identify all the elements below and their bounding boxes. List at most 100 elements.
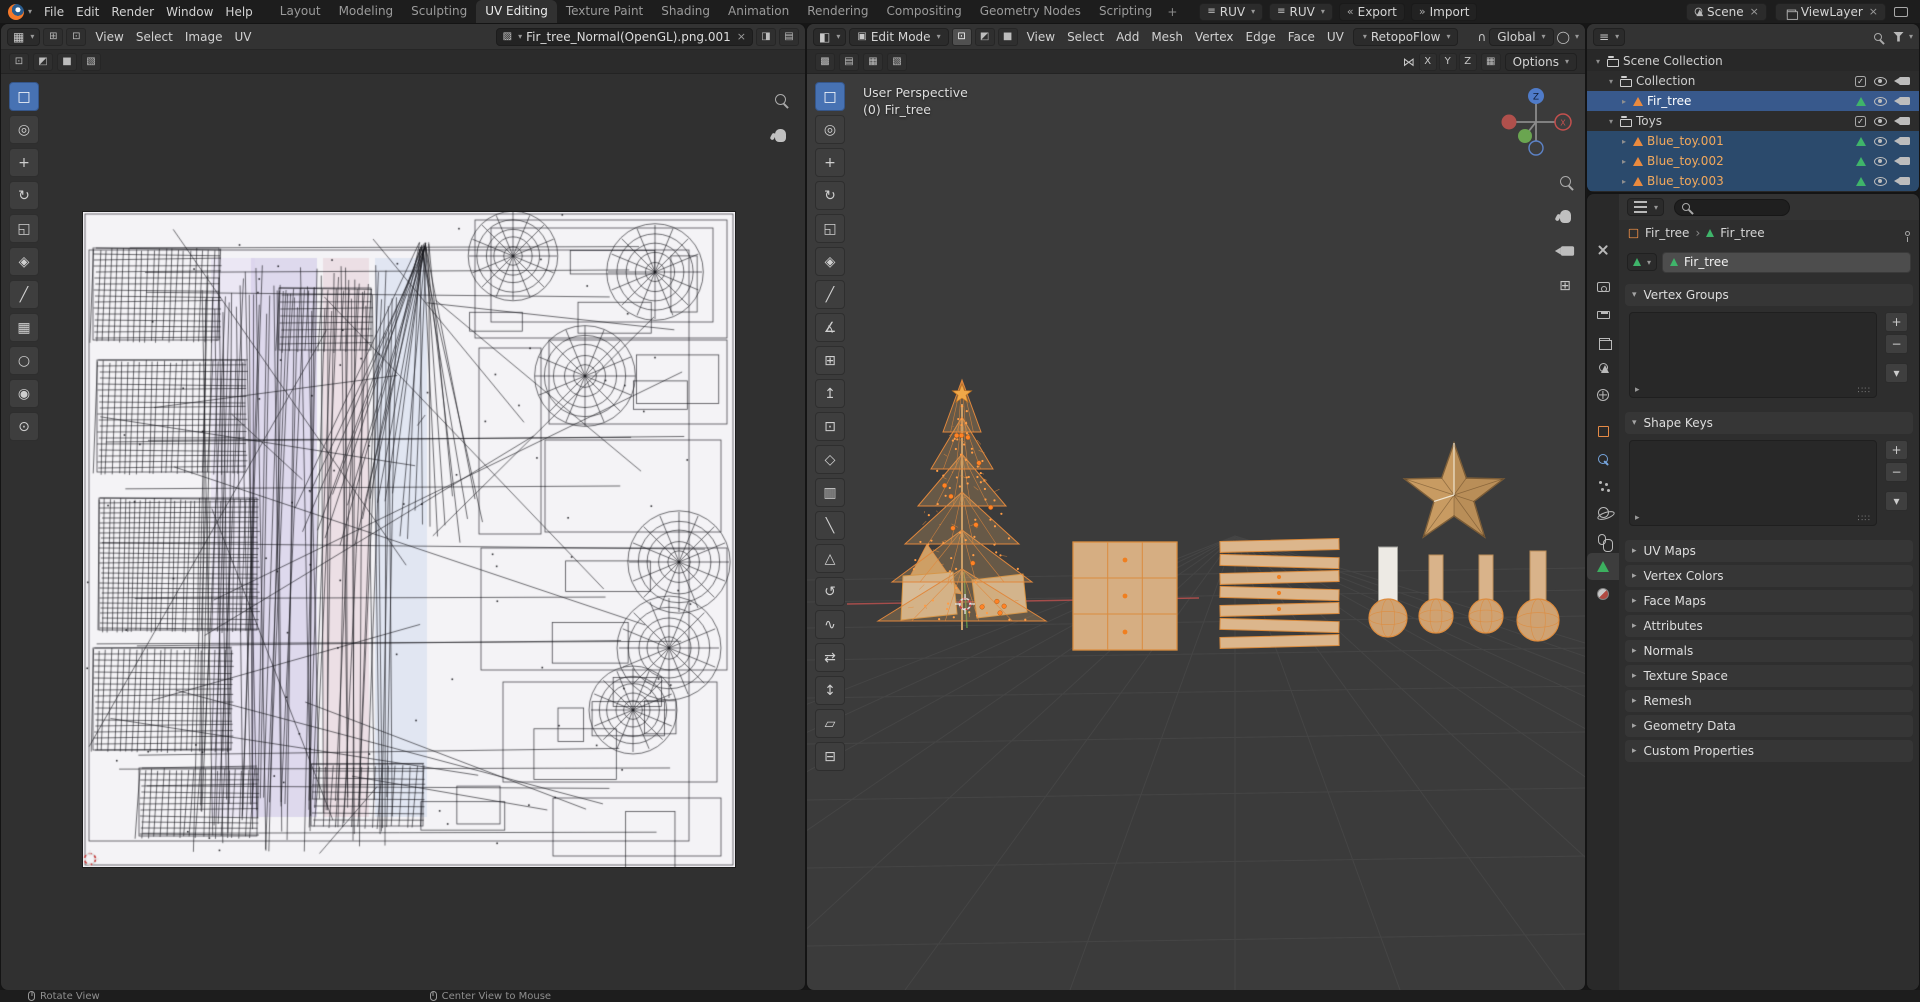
pan-hand-icon[interactable] (769, 124, 791, 146)
editor-type-button[interactable]: ▾ (1627, 198, 1664, 216)
image-pin-button[interactable]: ◨ (756, 28, 776, 46)
unlink-image-icon[interactable]: × (737, 30, 746, 43)
add-workspace-button[interactable]: + (1161, 1, 1183, 23)
zoom-icon[interactable] (769, 88, 791, 110)
menu-help[interactable]: Help (219, 2, 258, 22)
tool-spin[interactable]: ↺ (815, 577, 845, 606)
outliner-row-toys[interactable]: ▾Toys (1587, 111, 1919, 131)
visibility-eye-icon[interactable] (1874, 117, 1887, 126)
tool-scale[interactable]: ◱ (9, 214, 39, 243)
view-layer-selector[interactable]: ViewLayer × (1775, 3, 1886, 21)
snap-magnet-icon[interactable]: ∩ (1477, 30, 1486, 44)
add-item-button[interactable]: + (1885, 312, 1908, 332)
outliner-search-icon[interactable] (1874, 33, 1882, 41)
menu-edit[interactable]: Edit (70, 2, 105, 22)
uv-image-canvas[interactable] (83, 212, 735, 867)
tool-cursor[interactable]: ◎ (9, 115, 39, 144)
toy-box-object[interactable] (1073, 542, 1177, 650)
editor-type-button[interactable]: ≡▾ (1593, 28, 1625, 46)
panel-expand-icon[interactable]: ▸ (1632, 746, 1637, 756)
properties-tab-object[interactable] (1588, 418, 1618, 445)
tool-relax[interactable]: ○ (9, 346, 39, 375)
orthographic-toggle-icon[interactable]: ⊞ (1554, 275, 1576, 297)
panel-header-attributes[interactable]: ▸Attributes (1625, 615, 1913, 637)
tool-rotate[interactable]: ↻ (9, 181, 39, 210)
select-mode-vertex-icon[interactable]: ⊡ (952, 28, 972, 46)
image-selector[interactable]: ▨ ▾ Fir_tree_Normal(OpenGL).png.001 × (496, 28, 753, 46)
mirror-axis-z[interactable]: Z (1459, 53, 1477, 71)
expander-icon[interactable]: ▾ (1593, 57, 1603, 66)
tool-bevel[interactable]: ◇ (815, 445, 845, 474)
breadcrumb-data[interactable]: Fir_tree (1720, 226, 1764, 240)
workspace-tab-geometry-nodes[interactable]: Geometry Nodes (971, 0, 1090, 23)
panel-expand-icon[interactable]: ▸ (1632, 696, 1637, 706)
workspace-tab-layout[interactable]: Layout (271, 0, 330, 23)
panel-header-normals[interactable]: ▸Normals (1625, 640, 1913, 662)
uv-select-mode-vertex-icon[interactable]: ⊡ (9, 53, 29, 71)
mesh-data-icon[interactable] (1856, 97, 1866, 106)
visibility-eye-icon[interactable] (1874, 177, 1887, 186)
viewport-menu-vertex[interactable]: Vertex (1189, 27, 1240, 47)
uv-pivot-icon[interactable]: ⊡ (66, 28, 86, 46)
tool-move[interactable]: + (815, 148, 845, 177)
properties-tab-object-data[interactable] (1587, 553, 1619, 580)
properties-tab-material[interactable] (1588, 580, 1618, 607)
viewport-scene[interactable]: ZX (807, 74, 1585, 990)
workspace-tab-uv-editing[interactable]: UV Editing (476, 0, 557, 23)
tool-annotate[interactable]: ╱ (815, 280, 845, 309)
properties-tab-particles[interactable] (1588, 472, 1618, 499)
expander-icon[interactable]: ▸ (1619, 97, 1629, 106)
export-button[interactable]: «Export (1339, 3, 1405, 21)
viewport-menu-edge[interactable]: Edge (1240, 27, 1282, 47)
remove-item-button[interactable]: − (1885, 334, 1908, 354)
tool-tweak-select[interactable]: □ (9, 82, 39, 111)
tool-transform[interactable]: ◈ (815, 247, 845, 276)
checkbox-icon[interactable] (1855, 76, 1866, 87)
retopoflow-menu[interactable]: ▾ RetopoFlow ▾ (1353, 28, 1459, 46)
mirror-axis-x[interactable]: X (1419, 53, 1437, 71)
ruv-dropdown-1[interactable]: ≡RUV▾ (1199, 3, 1263, 21)
proportional-falloff-icon[interactable]: ▦ (863, 53, 883, 71)
tool-shear[interactable]: ▱ (815, 709, 845, 738)
viewport-menu-mesh[interactable]: Mesh (1145, 27, 1189, 47)
mesh-data-icon[interactable] (1856, 177, 1866, 186)
render-camera-icon[interactable] (1899, 157, 1910, 165)
render-camera-icon[interactable] (1899, 117, 1910, 125)
workspace-tab-texture-paint[interactable]: Texture Paint (557, 0, 652, 23)
camera-view-icon[interactable] (1554, 240, 1576, 262)
fir-tree-object[interactable] (878, 380, 1046, 630)
panel-expand-icon[interactable]: ▾ (1632, 418, 1637, 428)
visibility-eye-icon[interactable] (1874, 97, 1887, 106)
tool-loop-cut[interactable]: ▥ (815, 478, 845, 507)
ruv-dropdown-2[interactable]: ≡RUV▾ (1269, 3, 1333, 21)
menu-render[interactable]: Render (105, 2, 160, 22)
tool-transform[interactable]: ◈ (9, 247, 39, 276)
tool-annotate[interactable]: ╱ (9, 280, 39, 309)
pin-icon[interactable] (1905, 231, 1910, 236)
tool-add-cube[interactable]: ⊞ (815, 346, 845, 375)
expander-icon[interactable]: ▸ (1619, 157, 1629, 166)
tool-rotate[interactable]: ↻ (815, 181, 845, 210)
editor-type-button[interactable]: ▦▾ (7, 28, 40, 46)
snap-settings-icon[interactable]: ▤ (839, 53, 859, 71)
list-expand-icon[interactable]: ▸ (1635, 385, 1640, 395)
panel-header-shape-keys[interactable]: ▾Shape Keys (1625, 412, 1913, 434)
uv-menu-select[interactable]: Select (130, 27, 179, 47)
tool-tweak-select[interactable]: □ (815, 82, 845, 111)
uv-menu-view[interactable]: View (89, 27, 129, 47)
mesh-data-icon[interactable] (1856, 137, 1866, 146)
panel-header-vertex-colors[interactable]: ▸Vertex Colors (1625, 565, 1913, 587)
properties-search-input[interactable] (1674, 199, 1790, 216)
tool-knife[interactable]: ╲ (815, 511, 845, 540)
uv-select-mode-edge-icon[interactable]: ◩ (33, 53, 53, 71)
render-camera-icon[interactable] (1899, 137, 1910, 145)
properties-tab-physics[interactable] (1588, 499, 1618, 526)
tool-inset-faces[interactable]: ⊡ (815, 412, 845, 441)
uv-menu-uv[interactable]: UV (228, 27, 257, 47)
blender-logo-icon[interactable] (8, 4, 24, 20)
image-settings-button[interactable]: ▤ (779, 28, 799, 46)
expander-icon[interactable]: ▾ (1606, 117, 1616, 126)
properties-tab-view-layer[interactable] (1588, 327, 1618, 354)
viewport-menu-view[interactable]: View (1021, 27, 1061, 47)
ornament-toys[interactable] (1369, 547, 1559, 641)
